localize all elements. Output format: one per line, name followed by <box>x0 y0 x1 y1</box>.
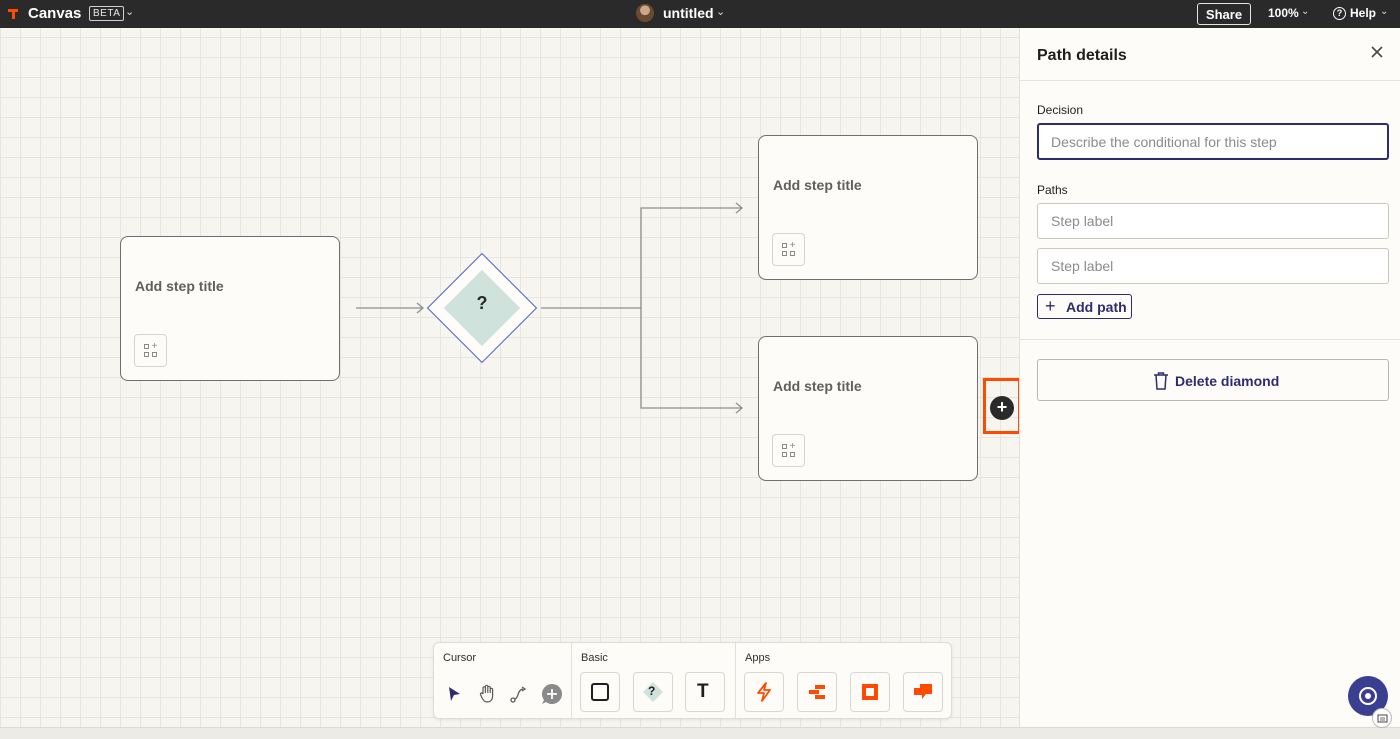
interfaces-icon <box>862 684 878 700</box>
diamond-tool[interactable]: ? <box>633 672 673 712</box>
add-app-button[interactable]: + <box>772 434 805 467</box>
app-name: Canvas <box>28 5 82 22</box>
zoom-level[interactable]: 100% <box>1268 6 1299 20</box>
zoom-chevron-down-icon[interactable]: ⌄ <box>1301 6 1309 17</box>
comment-add-icon[interactable] <box>540 682 564 706</box>
help-icon[interactable]: ? <box>1333 7 1346 20</box>
top-bar: Canvas BETA ⌄ untitled ⌄ Share 100% ⌄ ? … <box>0 0 1400 28</box>
chatbot-tool[interactable] <box>903 672 943 712</box>
rectangle-icon <box>591 683 609 701</box>
step-title[interactable]: Add step title <box>773 378 862 394</box>
basic-section: Basic ? T <box>572 643 736 718</box>
zap-tool[interactable] <box>744 672 784 712</box>
zapier-logo-icon[interactable] <box>6 7 20 21</box>
step-card[interactable]: Add step title + <box>120 236 340 381</box>
tables-tool[interactable] <box>797 672 837 712</box>
add-app-button[interactable]: + <box>772 233 805 266</box>
connector-icon[interactable] <box>507 682 531 706</box>
plus-icon: + <box>1045 296 1056 316</box>
panel-divider <box>1020 339 1400 340</box>
step-card[interactable]: Add step title + <box>758 336 978 481</box>
path-details-panel: Path details Decision Paths + Add path D… <box>1019 28 1400 727</box>
path-label-input[interactable] <box>1037 248 1389 284</box>
trash-icon <box>1154 372 1168 390</box>
panel-header: Path details <box>1020 28 1400 81</box>
interfaces-tool[interactable] <box>850 672 890 712</box>
tables-icon <box>809 685 825 699</box>
apps-section: Apps <box>736 643 952 718</box>
select-arrow-icon[interactable] <box>442 682 466 706</box>
cursor-section-label: Cursor <box>443 652 477 664</box>
bottom-toolbar: Cursor Basic ? T Apps <box>433 642 952 719</box>
apps-add-icon: + <box>782 241 796 257</box>
decision-diamond-symbol: ? <box>476 293 488 313</box>
panel-title: Path details <box>1037 47 1127 64</box>
document-menu-chevron-down-icon[interactable]: ⌄ <box>716 5 725 18</box>
apps-section-label: Apps <box>745 652 771 664</box>
help-menu[interactable]: Help <box>1350 6 1376 20</box>
decision-input[interactable] <box>1037 123 1389 160</box>
delete-diamond-label: Delete diamond <box>1175 373 1280 389</box>
beta-badge: BETA <box>89 6 125 21</box>
decision-label: Decision <box>1037 103 1084 117</box>
add-path-label: Add path <box>1066 299 1127 315</box>
basic-section-label: Basic <box>581 652 608 664</box>
chatbot-icon <box>914 684 932 699</box>
add-path-button[interactable]: + Add path <box>1037 294 1132 319</box>
text-icon: T <box>697 681 709 702</box>
close-icon[interactable] <box>1369 44 1385 60</box>
path-label-input[interactable] <box>1037 203 1389 239</box>
add-app-button[interactable]: + <box>134 334 167 367</box>
keyboard-shortcuts-button[interactable] <box>1372 708 1392 728</box>
delete-diamond-button[interactable]: Delete diamond <box>1037 359 1389 401</box>
share-button[interactable]: Share <box>1197 3 1251 25</box>
keyboard-icon <box>1377 714 1388 723</box>
apps-add-icon: + <box>144 342 158 358</box>
rectangle-tool[interactable] <box>580 672 620 712</box>
paths-label: Paths <box>1037 183 1068 197</box>
zap-icon <box>757 682 771 702</box>
step-card[interactable]: Add step title + <box>758 135 978 280</box>
document-title[interactable]: untitled <box>663 5 714 21</box>
assistant-icon <box>1359 687 1377 705</box>
text-tool[interactable]: T <box>685 672 725 712</box>
step-title[interactable]: Add step title <box>135 278 224 294</box>
diamond-tool-glyph: ? <box>648 684 656 698</box>
add-step-plus-button[interactable]: + <box>990 396 1014 420</box>
cursor-section: Cursor <box>434 643 572 718</box>
help-chevron-down-icon[interactable]: ⌄ <box>1380 6 1388 17</box>
step-title[interactable]: Add step title <box>773 177 862 193</box>
app-menu-chevron-down-icon[interactable]: ⌄ <box>125 5 134 18</box>
hand-icon[interactable] <box>475 682 499 706</box>
avatar[interactable] <box>636 4 654 22</box>
bottom-strip <box>0 727 1400 739</box>
apps-add-icon: + <box>782 442 796 458</box>
